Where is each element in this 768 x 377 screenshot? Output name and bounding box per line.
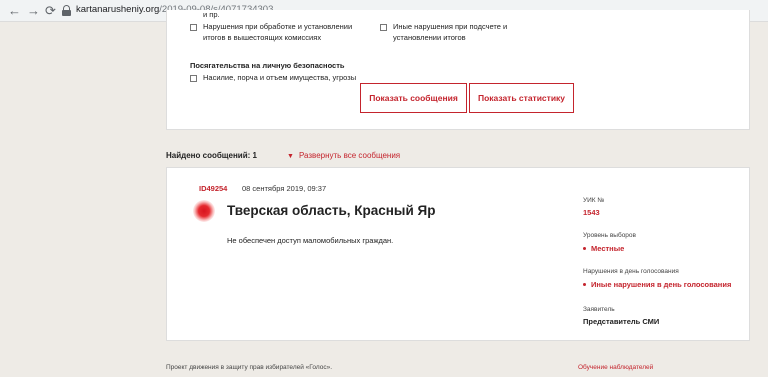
violations-label: Нарушения в день голосования (583, 268, 679, 275)
triangle-down-icon: ▼ (287, 153, 294, 160)
lock-icon (62, 5, 71, 16)
checkbox[interactable] (190, 24, 197, 31)
filter-label: итогов в вышестоящих комиссиях (203, 33, 322, 42)
message-region: Тверская область, Красный Яр (227, 203, 436, 218)
found-count: Найдено сообщений: 1 (166, 151, 257, 160)
message-text: Не обеспечен доступ маломобильных гражда… (227, 236, 394, 245)
election-level-text: Местные (591, 244, 625, 253)
filter-panel: и пр. Нарушения при обработке и установл… (166, 10, 750, 130)
forward-arrow-icon[interactable]: → (27, 3, 40, 19)
message-card: ID49254 08 сентября 2019, 09:37 Тверская… (166, 167, 750, 341)
applicant-value: Представитель СМИ (583, 317, 660, 326)
footer-project-text: Проект движения в защиту прав избирателе… (166, 364, 333, 371)
filter-checkbox-counting[interactable]: Иные нарушения при подсчете и установлен… (380, 22, 560, 44)
show-messages-button[interactable]: Показать сообщения (360, 83, 467, 113)
message-date: 08 сентября 2019, 09:37 (242, 184, 327, 193)
election-level-label: Уровень выборов (583, 232, 636, 239)
filter-label: установлении итогов (393, 33, 466, 42)
reload-icon[interactable]: ⟳ (45, 3, 56, 19)
url-host: kartanarusheniy.org (76, 4, 160, 15)
election-level-value: Местные (583, 244, 624, 253)
expand-all-label: Развернуть все сообщения (298, 151, 401, 160)
location-marker-icon (193, 200, 215, 222)
checkbox[interactable] (380, 24, 387, 31)
show-statistics-button[interactable]: Показать статистику (469, 83, 574, 113)
applicant-label: Заявитель (583, 306, 615, 313)
uik-label: УИК № (583, 197, 605, 204)
checkbox[interactable] (190, 75, 197, 82)
message-id-link[interactable]: ID49254 (199, 184, 227, 193)
bullet-icon (583, 246, 586, 250)
back-arrow-icon[interactable]: ← (8, 3, 21, 19)
filter-label: Нарушения при обработке и установлении (203, 22, 353, 31)
footer-training-link[interactable]: Обучение наблюдателей (578, 364, 653, 371)
filter-label: и пр. (203, 10, 220, 19)
expand-all-link[interactable]: ▼ Развернуть все сообщения (287, 151, 400, 160)
uik-value: 1543 (583, 208, 600, 217)
section-title-personal-safety: Посягательства на личную безопасность (190, 61, 345, 70)
filter-label: Насилие, порча и отъем имущества, угрозы (203, 73, 357, 82)
violations-value: Иные нарушения в день голосования (583, 280, 731, 289)
filter-label: Иные нарушения при подсчете и (393, 22, 508, 31)
filter-checkbox-processing[interactable]: Нарушения при обработке и установлении и… (190, 22, 370, 44)
bullet-icon (583, 282, 586, 286)
violations-text: Иные нарушения в день голосования (591, 280, 732, 289)
